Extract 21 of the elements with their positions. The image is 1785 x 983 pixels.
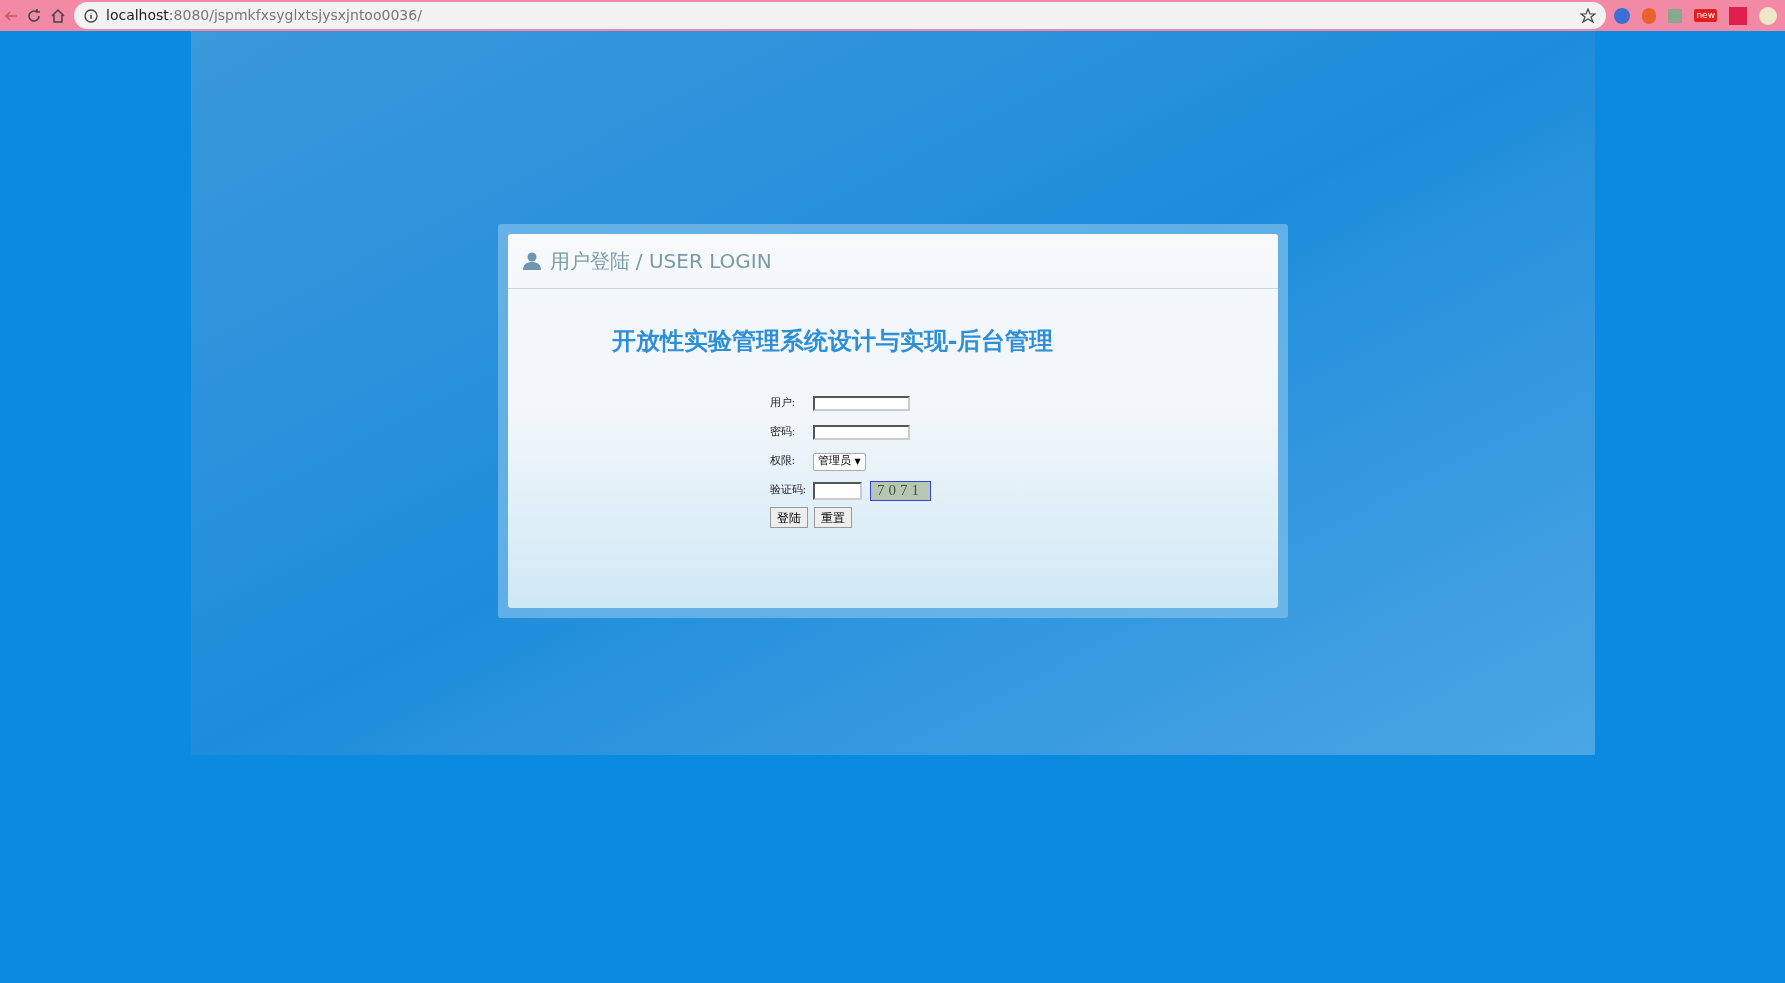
password-field[interactable]: [812, 425, 910, 440]
role-select[interactable]: 管理员 ▼: [812, 452, 866, 471]
info-icon[interactable]: [84, 8, 98, 23]
system-title: 开放性实验管理系统设计与实现-后台管理: [611, 325, 1054, 357]
user-icon: [521, 251, 542, 271]
new-badge[interactable]: new: [1694, 8, 1717, 23]
login-button[interactable]: 登陆: [769, 507, 808, 528]
reload-icon[interactable]: [26, 7, 42, 24]
url-text: localhost:8080/jspmkfxsyglxtsjysxjntoo0036/: [106, 6, 422, 25]
field-label: 验证码:: [769, 482, 808, 499]
field-label: 密码:: [769, 424, 797, 441]
captcha-image: 7071: [869, 480, 931, 501]
reset-button[interactable]: 重置: [813, 507, 852, 528]
home-icon[interactable]: [50, 7, 66, 24]
field-label: 权限:: [769, 453, 797, 470]
captcha-field[interactable]: [812, 481, 862, 500]
star-icon[interactable]: [1580, 7, 1597, 24]
address-bar[interactable]: localhost:8080/jspmkfxsyglxtsjysxjntoo0036/: [74, 2, 1607, 29]
field-label: 用户:: [769, 395, 797, 412]
username-field[interactable]: [812, 396, 910, 411]
panel-header: 用户登陆 / USER LOGIN: [549, 248, 772, 275]
